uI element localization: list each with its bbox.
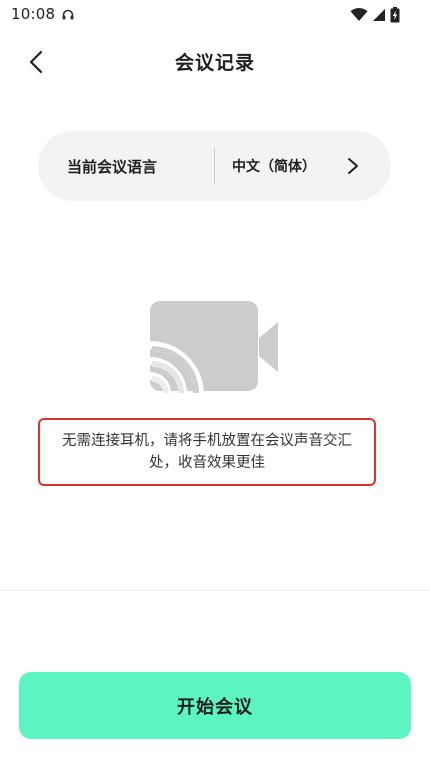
- status-bar: 10:08: [0, 0, 430, 30]
- wifi-icon: [350, 8, 368, 21]
- language-select-button[interactable]: 中文（简体）: [215, 131, 391, 201]
- start-meeting-button[interactable]: 开始会议: [19, 672, 411, 739]
- page-title: 会议记录: [174, 52, 255, 74]
- language-selector: 当前会议语言 中文（简体）: [38, 131, 391, 201]
- header: 会议记录: [0, 36, 430, 86]
- cast-video-icon: [149, 301, 278, 394]
- battery-charging-icon: [390, 7, 400, 23]
- language-value: 中文（简体）: [232, 159, 316, 175]
- hint-box: 无需连接耳机，请将手机放置在会议声音交汇处，收音效果更佳: [38, 418, 376, 486]
- signal-icon: [373, 9, 385, 21]
- chevron-right-icon: [348, 158, 358, 174]
- start-meeting-label: 开始会议: [177, 696, 253, 718]
- meeting-record-screen: 10:08 会议记录 当前会议语言 中文（简体） 无需连接耳机，请将手机放置在会…: [0, 0, 430, 764]
- divider: [0, 590, 430, 591]
- hint-text: 无需连接耳机，请将手机放置在会议声音交汇处，收音效果更佳: [62, 433, 352, 471]
- language-label: 当前会议语言: [67, 158, 158, 176]
- status-icons: [350, 7, 400, 23]
- status-time: 10:08: [11, 5, 56, 23]
- headset-icon: [62, 9, 74, 20]
